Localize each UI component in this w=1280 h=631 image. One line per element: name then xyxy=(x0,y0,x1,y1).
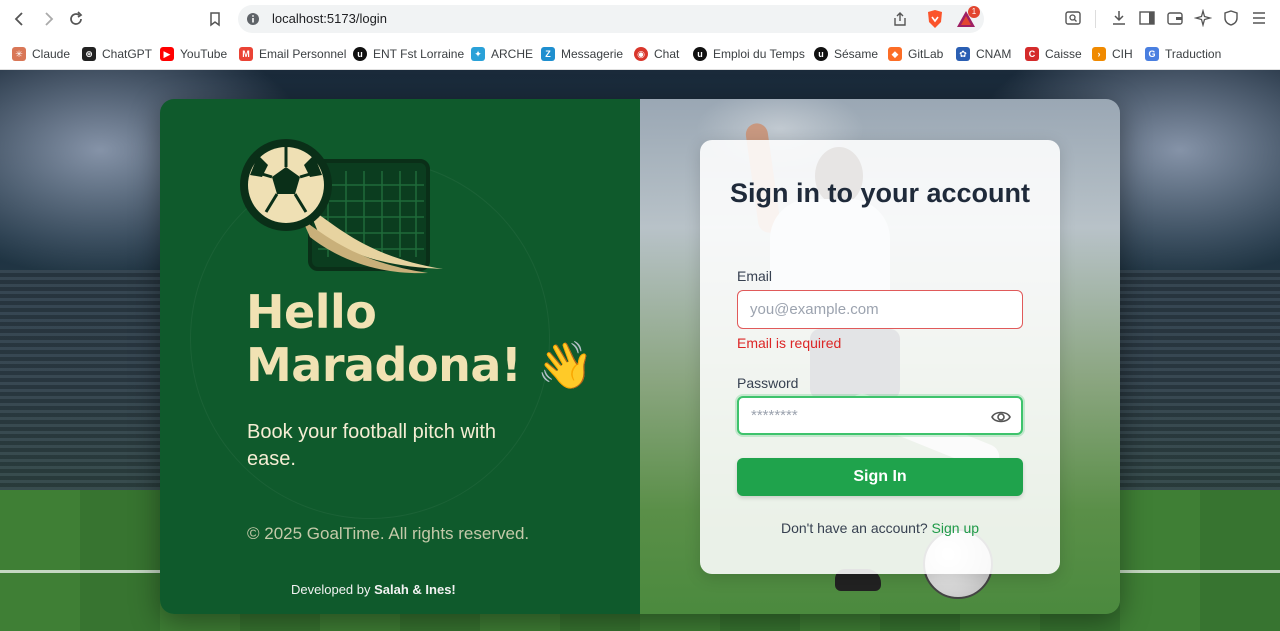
bookmark-emploi-du-temps[interactable]: u Emploi du Temps xyxy=(693,44,805,64)
zimbra-icon: Z xyxy=(541,47,555,61)
sparkle-icon xyxy=(1193,8,1213,28)
signup-prompt: Don't have an account? Sign up xyxy=(700,520,1060,536)
gmail-icon: M xyxy=(239,47,253,61)
address-bar[interactable]: localhost:5173/login 1 xyxy=(238,5,984,33)
form-title: Sign in to your account xyxy=(729,178,1030,208)
password-field-wrapper xyxy=(737,396,1023,435)
brave-shields-icon[interactable] xyxy=(926,9,944,29)
welcome-heading: Hello Maradona! 👋 xyxy=(246,286,594,392)
bookmark-caisse[interactable]: C Caisse xyxy=(1025,44,1082,64)
wallet-icon xyxy=(1167,12,1183,25)
bookmark-email-personnel[interactable]: M Email Personnel xyxy=(239,44,346,64)
url-text: localhost:5173/login xyxy=(272,11,387,26)
welcome-heading-line2: Maradona! 👋 xyxy=(246,338,594,392)
password-field[interactable] xyxy=(739,398,1021,433)
welcome-heading-line1: Hello xyxy=(246,285,377,339)
cih-icon: › xyxy=(1092,47,1106,61)
tagline: Book your football pitch with ease. xyxy=(247,421,497,470)
stadium-background: Hello Maradona! 👋 Book your football pit… xyxy=(0,70,1280,631)
arche-icon: ✦ xyxy=(471,47,485,61)
downloads-button[interactable] xyxy=(1110,9,1128,27)
sign-in-form: Sign in to your account Email Email is r… xyxy=(700,140,1060,574)
site-info-icon[interactable] xyxy=(246,12,260,26)
bookmark-ent-fst-lorraine[interactable]: u ENT Fst Lorraine xyxy=(353,44,464,64)
lorraine-icon: u xyxy=(814,47,828,61)
sidebar-button[interactable] xyxy=(1138,9,1156,27)
developer-names: Salah & Ines! xyxy=(374,582,456,597)
developer-credit: Developed by Salah & Ines! xyxy=(291,582,456,597)
vpn-button[interactable] xyxy=(1222,9,1240,27)
menu-button[interactable] xyxy=(1250,9,1268,27)
welcome-panel: Hello Maradona! 👋 Book your football pit… xyxy=(160,99,640,614)
bookmark-youtube[interactable]: ▶ YouTube xyxy=(160,44,227,64)
bookmark-messagerie[interactable]: Z Messagerie xyxy=(541,44,623,64)
copyright-text: © 2025 GoalTime. All rights reserved. xyxy=(247,524,530,543)
download-icon xyxy=(1113,11,1125,25)
stadium-stand-left xyxy=(0,270,170,490)
forward-arrow-icon xyxy=(45,12,54,26)
login-card: Hello Maradona! 👋 Book your football pit… xyxy=(160,99,1120,614)
bookmark-arche[interactable]: ✦ ARCHE xyxy=(471,44,533,64)
claude-icon: ✳ xyxy=(12,47,26,61)
share-icon[interactable] xyxy=(892,11,908,27)
email-error-message: Email is required xyxy=(737,335,842,351)
chatgpt-icon: ⊛ xyxy=(82,47,96,61)
bookmark-cnam[interactable]: ✿ CNAM xyxy=(956,44,1011,64)
wallet-button[interactable] xyxy=(1166,9,1184,27)
email-label: Email xyxy=(737,268,773,284)
sign-up-link[interactable]: Sign up xyxy=(932,520,979,536)
cnam-icon: ✿ xyxy=(956,47,970,61)
forward-button[interactable] xyxy=(37,8,59,30)
lorraine-icon: u xyxy=(693,47,707,61)
signup-prompt-text: Don't have an account? xyxy=(780,520,928,536)
bookmark-claude[interactable]: ✳ Claude xyxy=(12,44,70,64)
bookmark-cih[interactable]: › CIH xyxy=(1092,44,1133,64)
bookmark-gitlab[interactable]: ◆ GitLab xyxy=(888,44,943,64)
translate-icon: G xyxy=(1145,47,1159,61)
password-label: Password xyxy=(737,375,799,391)
bookmarks-bar: ✳ Claude ⊛ ChatGPT ▶ YouTube M Email Personn… xyxy=(0,38,1280,70)
bookmark-icon xyxy=(210,12,220,27)
back-arrow-icon xyxy=(14,12,23,26)
bookmark-sesame[interactable]: u Sésame xyxy=(814,44,878,64)
chat-icon: ◉ xyxy=(634,47,648,61)
reader-mode-button[interactable] xyxy=(1064,9,1082,27)
gitlab-icon: ◆ xyxy=(888,47,902,61)
toolbar-divider xyxy=(1095,10,1096,28)
reload-icon xyxy=(70,11,83,25)
browser-toolbar: localhost:5173/login 1 xyxy=(0,0,1280,38)
show-password-eye-icon[interactable] xyxy=(991,408,1011,426)
bookmark-chatgpt[interactable]: ⊛ ChatGPT xyxy=(82,44,152,64)
goaltime-logo-icon xyxy=(240,139,443,274)
reader-icon xyxy=(1065,11,1081,25)
sign-in-button[interactable]: Sign In xyxy=(737,458,1023,496)
stadium-stand-right xyxy=(1110,270,1280,490)
bookmark-chat[interactable]: ◉ Chat xyxy=(634,44,679,64)
youtube-icon: ▶ xyxy=(160,47,174,61)
rewards-badge: 1 xyxy=(968,6,980,18)
shield-icon xyxy=(1224,10,1238,26)
email-field[interactable] xyxy=(738,291,1022,328)
reload-button[interactable] xyxy=(65,8,87,30)
sidebar-icon xyxy=(1139,11,1155,25)
email-field-wrapper xyxy=(737,290,1023,329)
bookmark-traduction[interactable]: G Traduction xyxy=(1145,44,1221,64)
developer-credit-prefix: Developed by xyxy=(291,582,371,597)
bookmark-page-button[interactable] xyxy=(204,8,226,30)
leo-ai-button[interactable] xyxy=(1193,8,1213,28)
back-button[interactable] xyxy=(9,8,31,30)
hamburger-menu-icon xyxy=(1253,12,1265,24)
lorraine-icon: u xyxy=(353,47,367,61)
caisse-icon: C xyxy=(1025,47,1039,61)
